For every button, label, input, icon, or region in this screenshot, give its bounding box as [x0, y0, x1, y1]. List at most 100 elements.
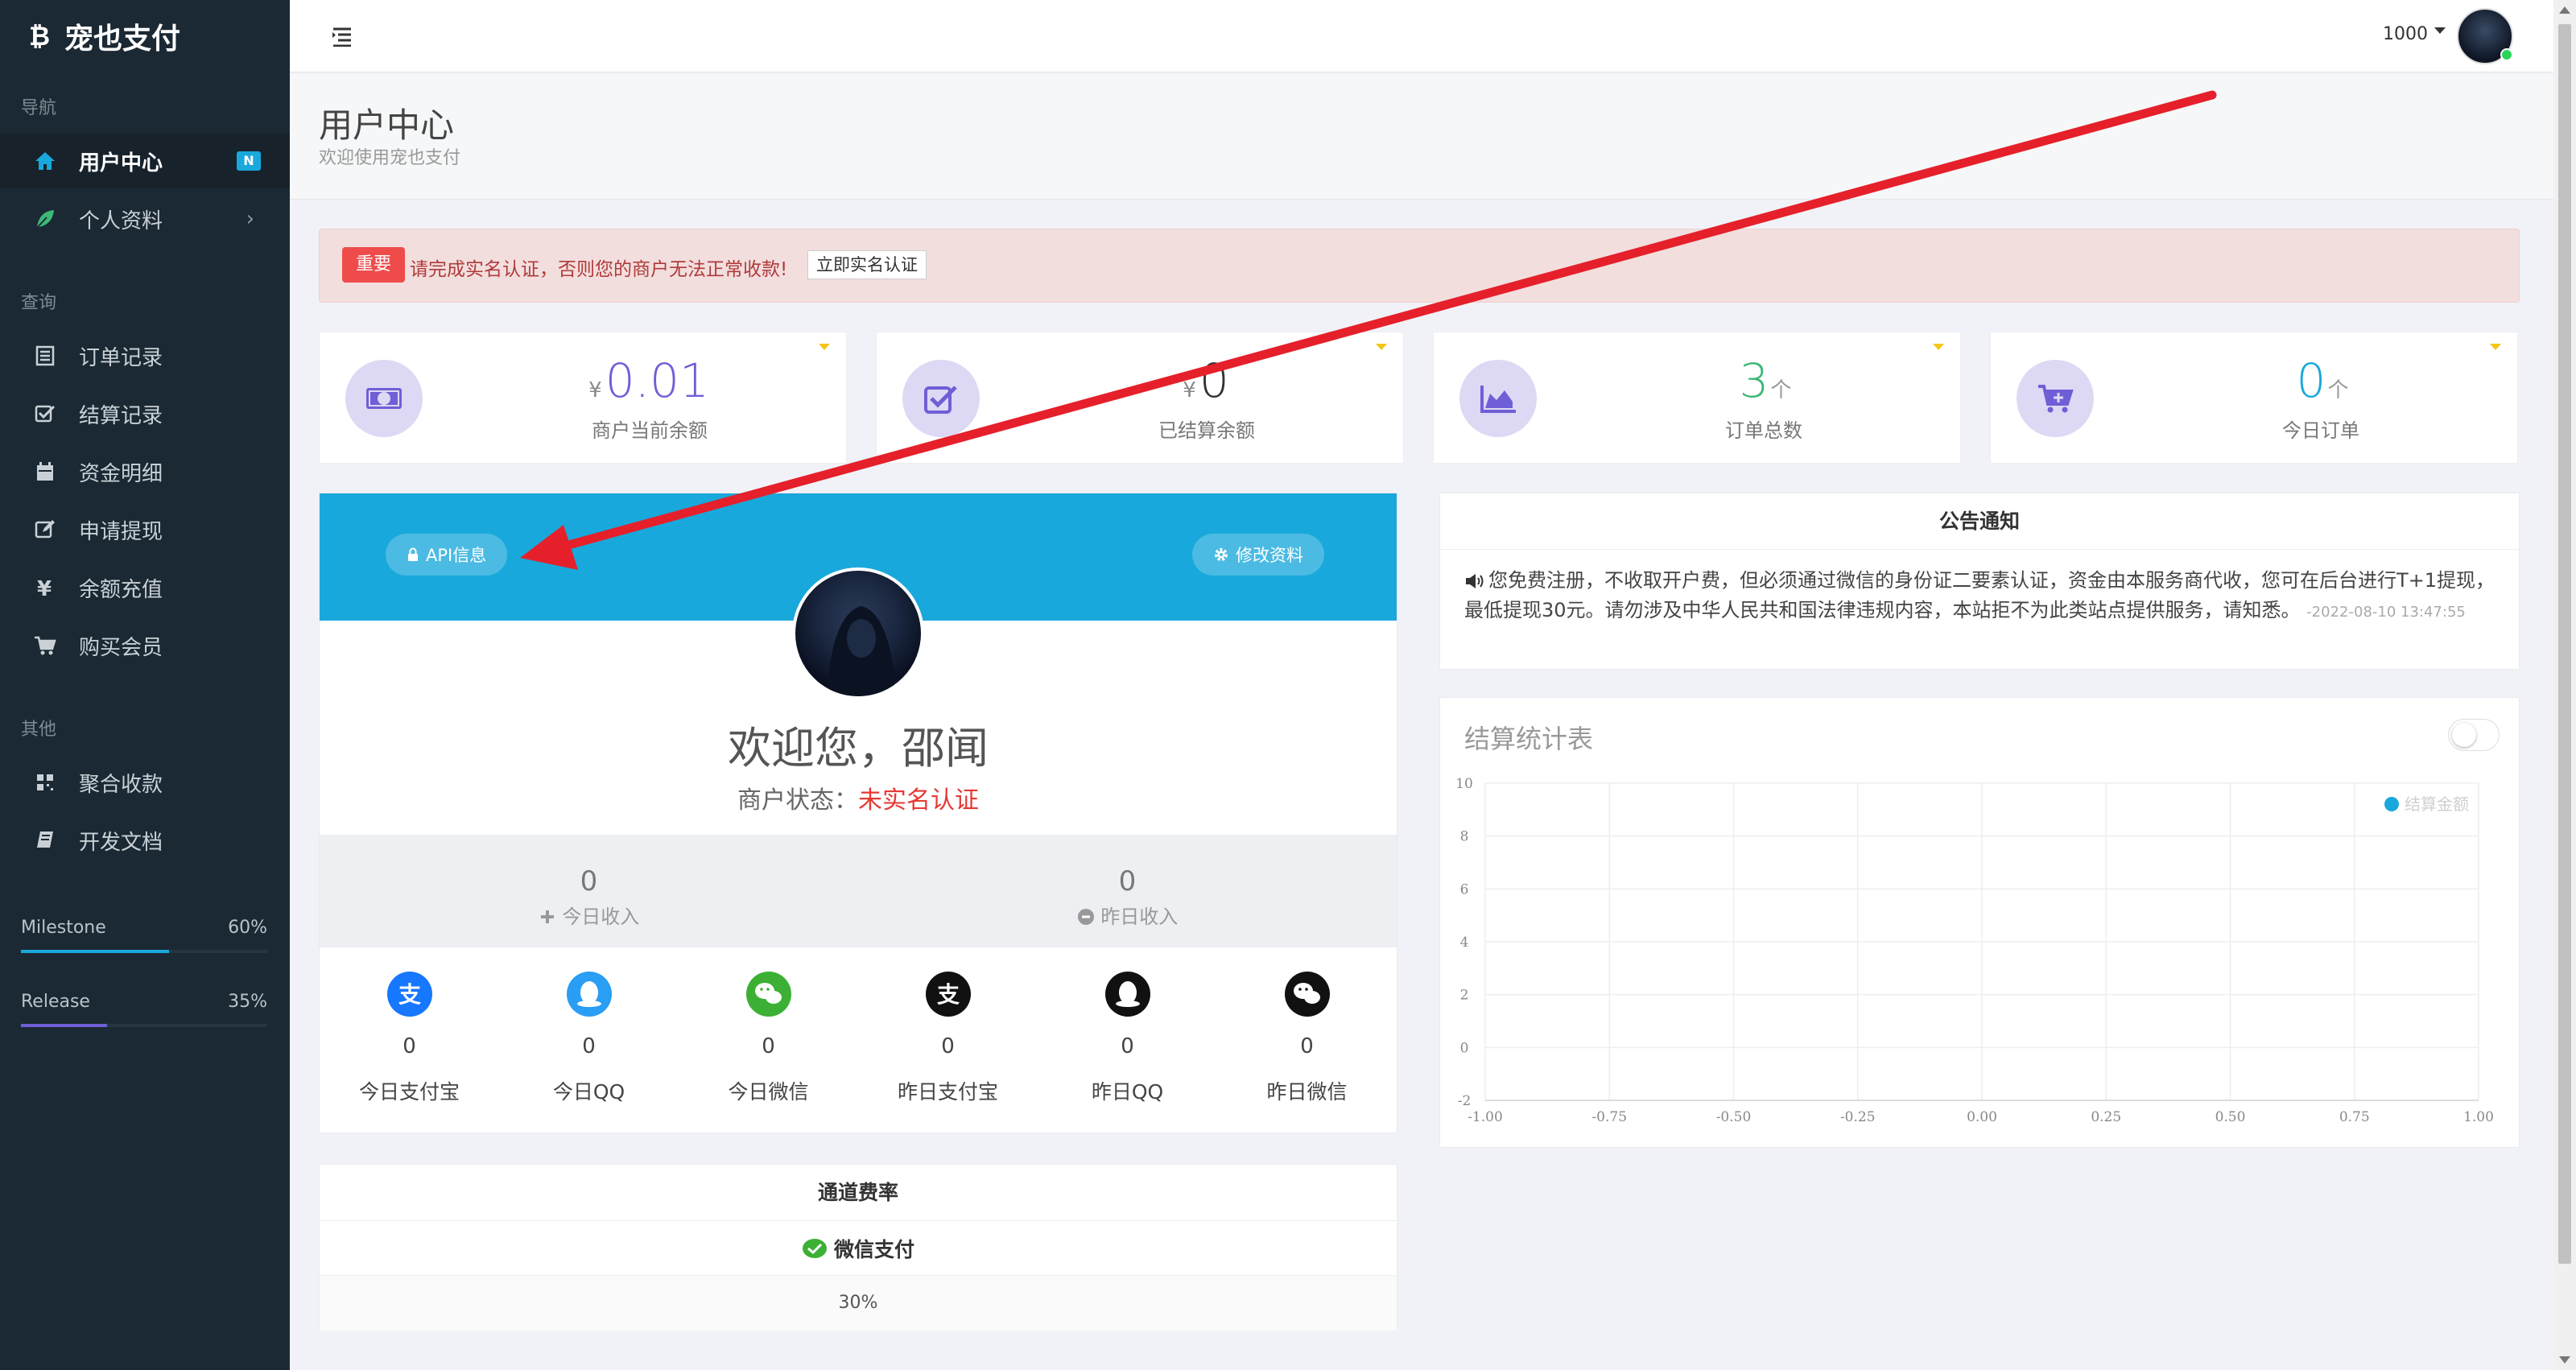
- cart-plus-icon: [2017, 360, 2094, 437]
- user-menu[interactable]: 1000: [2383, 24, 2428, 44]
- scrollbar[interactable]: [2553, 0, 2576, 1370]
- plus-icon: [540, 910, 554, 923]
- settlement-chart: -2 0 2 4 6 8 10 -1.00 -0.75 -0.50 -0.25 0.00 0.25 0.5…: [1455, 776, 2494, 1125]
- yesterday-income: 0 昨日收入: [858, 835, 1397, 947]
- svg-text:₿: ₿: [29, 23, 50, 50]
- qrcode-icon: [32, 770, 58, 795]
- sidebar-item-funds[interactable]: 资金明细: [0, 444, 290, 499]
- yen-icon: ¥: [32, 575, 58, 600]
- channel-stat: 0 今日微信: [679, 947, 858, 1134]
- income-label: 今日收入: [562, 906, 640, 928]
- stat-label: 商户当前余额: [592, 419, 708, 442]
- scroll-down-arrow[interactable]: [2559, 1356, 2570, 1364]
- sidebar-item-label: 开发文档: [79, 830, 163, 855]
- edit-profile-button[interactable]: 修改资料: [1192, 534, 1324, 576]
- sidebar-item-label: 结算记录: [79, 403, 163, 428]
- x-tick-label: -1.00: [1468, 1109, 1503, 1125]
- x-tick-label: 0.75: [2339, 1109, 2370, 1125]
- svg-text:支: 支: [937, 981, 960, 1008]
- sidebar-item-recharge[interactable]: ¥ 余额充值: [0, 560, 290, 615]
- y-tick-label: 8: [1460, 829, 1469, 845]
- top-bar: 1000: [290, 0, 2553, 72]
- x-tick-label: -0.50: [1716, 1109, 1752, 1125]
- nav-section-title: 其他: [21, 720, 57, 740]
- caret-down-icon[interactable]: [1933, 344, 1944, 350]
- channel-stats: 支 0 今日支付宝 0 今日QQ 0 今日微信 支 0 昨日支付宝 0 昨日QQ…: [320, 947, 1397, 1134]
- channel-stat: 0 昨日微信: [1217, 947, 1397, 1134]
- alipay-icon: 支: [926, 972, 971, 1017]
- progress-fill: [21, 950, 169, 953]
- sidebar-item-profile[interactable]: 个人资料 ›: [0, 192, 290, 246]
- minus-circle-icon: [1077, 909, 1094, 925]
- y-tick-label: 6: [1460, 881, 1469, 898]
- income-label: 昨日收入: [1100, 906, 1179, 928]
- sidebar-item-withdraw[interactable]: 申请提现: [0, 502, 290, 557]
- bitcoin-icon: ₿: [29, 23, 50, 50]
- area-chart-icon: [1459, 360, 1537, 437]
- stat-value: 3: [1739, 353, 1769, 408]
- sidebar-item-label: 聚合收款: [79, 772, 163, 797]
- sidebar-item-settlements[interactable]: 结算记录: [0, 386, 290, 441]
- legend-label: 结算金额: [2405, 794, 2469, 814]
- stat-unit: 个: [2327, 378, 2349, 402]
- channel-stat: 支 0 昨日支付宝: [858, 947, 1038, 1134]
- page-subtitle: 欢迎使用宠也支付: [319, 148, 461, 168]
- sidebar-item-orders[interactable]: 订单记录: [0, 328, 290, 383]
- y-tick-label: 2: [1460, 988, 1469, 1004]
- qq-icon: [567, 972, 612, 1017]
- page-title: 用户中心: [319, 105, 455, 145]
- channel-value: 0: [762, 1034, 775, 1058]
- caret-down-icon[interactable]: [2434, 27, 2446, 34]
- important-tag: 重要: [342, 247, 405, 283]
- channel-label: 今日QQ: [552, 1080, 625, 1104]
- caret-down-icon[interactable]: [1376, 344, 1387, 350]
- progress-label: Milestone: [21, 918, 106, 938]
- stat-value: 0: [2296, 353, 2326, 408]
- y-tick-label: -2: [1458, 1093, 1472, 1109]
- x-tick-label: 0.50: [2215, 1109, 2246, 1125]
- wechat-pay-icon: [802, 1237, 828, 1260]
- menu-toggle-icon[interactable]: [330, 24, 356, 47]
- sidebar-item-dev-docs[interactable]: 开发文档: [0, 813, 290, 868]
- income-value: 0: [1118, 865, 1137, 898]
- progress-fill: [21, 1024, 108, 1027]
- caret-down-icon[interactable]: [2490, 344, 2501, 350]
- sidebar-item-label: 订单记录: [79, 345, 163, 370]
- status-value: 未实名认证: [858, 786, 979, 815]
- sidebar-item-label: 资金明细: [79, 461, 163, 486]
- progress-percent: 60%: [228, 918, 267, 938]
- channel-stat: 支 0 今日支付宝: [320, 947, 499, 1134]
- x-tick-label: 0.25: [2091, 1109, 2121, 1125]
- scroll-up-arrow[interactable]: [2559, 6, 2570, 14]
- income-summary: 0 今日收入 0 昨日收入: [320, 835, 1397, 947]
- caret-down-icon[interactable]: [819, 344, 830, 350]
- notice-body: 您免费注册，不收取开户费，但必须通过微信的身份证二要素认证，资金由本服务商代收，…: [1464, 566, 2503, 627]
- sidebar-item-label: 购买会员: [79, 635, 163, 660]
- brand[interactable]: ₿ 宠也支付: [0, 0, 290, 72]
- notice-date: -2022-08-10 13:47:55: [2306, 604, 2466, 621]
- stat-unit: 个: [1770, 378, 1792, 402]
- api-info-button[interactable]: API信息: [386, 534, 508, 576]
- sidebar-item-aggregate-pay[interactable]: 聚合收款: [0, 755, 290, 810]
- nav-section-title: 查询: [21, 293, 57, 313]
- profile-avatar[interactable]: [792, 567, 924, 699]
- y-tick-label: 4: [1460, 935, 1469, 951]
- channel-label: 今日微信: [728, 1080, 809, 1104]
- channel-stat: 0 今日QQ: [499, 947, 679, 1134]
- income-label-wrap: 今日收入: [320, 901, 858, 929]
- brand-name: 宠也支付: [64, 23, 181, 56]
- stat-value-wrap: ¥0.01: [481, 357, 819, 405]
- sidebar-item-label: 申请提现: [79, 519, 163, 544]
- channel-value: 0: [1300, 1034, 1314, 1058]
- sidebar-item-user-center[interactable]: 用户中心 N: [0, 134, 290, 188]
- stat-card-today-orders: 0个 今日订单: [1990, 332, 2518, 464]
- leaf-icon: [32, 206, 58, 232]
- sidebar-item-membership[interactable]: 购买会员: [0, 618, 290, 673]
- scroll-thumb[interactable]: [2558, 24, 2571, 1264]
- x-tick-label: -0.75: [1591, 1109, 1627, 1125]
- stat-value-wrap: 0个: [2152, 357, 2490, 405]
- edit-profile-label: 修改资料: [1236, 546, 1303, 565]
- stat-value-wrap: 3个: [1595, 357, 1933, 405]
- verify-now-button[interactable]: 立即实名认证: [807, 250, 927, 279]
- channel-label: 今日支付宝: [358, 1080, 460, 1104]
